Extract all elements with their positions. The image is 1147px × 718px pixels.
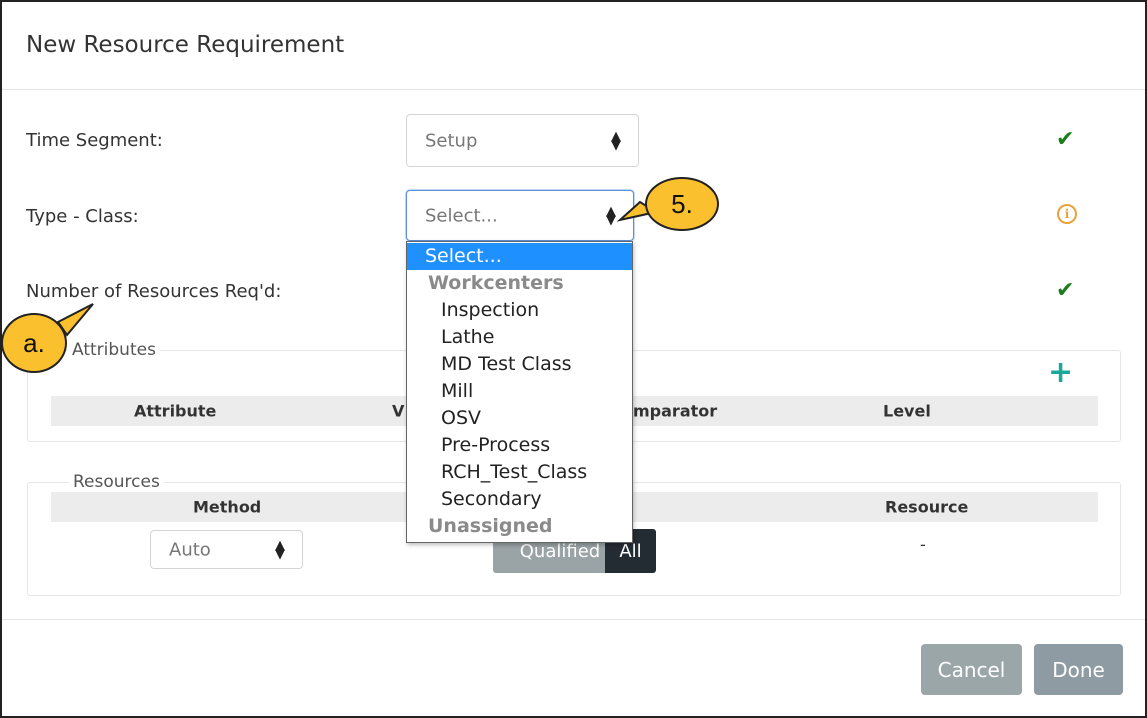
column-comparator: mparator (633, 401, 718, 421)
new-resource-requirement-dialog: New Resource Requirement Time Segment: S… (0, 0, 1147, 718)
dropdown-group-unassigned: Unassigned (428, 515, 553, 537)
dropdown-option-mill[interactable]: Mill (407, 378, 632, 405)
column-method: Method (193, 497, 262, 517)
type-class-select[interactable]: Select... ▲ ▼ (406, 190, 634, 241)
dropdown-group-workcenters: Workcenters (428, 272, 564, 294)
dropdown-option-inspection[interactable]: Inspection (407, 297, 632, 324)
dialog-title: New Resource Requirement (26, 32, 345, 58)
cancel-button[interactable]: Cancel (921, 644, 1022, 695)
dialog-header: New Resource Requirement (2, 2, 1145, 90)
dropdown-option-md-test-class[interactable]: MD Test Class (407, 351, 632, 378)
check-icon: ✔ (1056, 127, 1075, 152)
callout-step-5: 5. (645, 177, 719, 231)
num-resources-label: Number of Resources Req'd: (26, 281, 282, 302)
time-segment-value: Setup (425, 130, 478, 151)
info-icon: i (1057, 204, 1077, 224)
column-attribute: Attribute (134, 401, 217, 421)
type-class-label: Type - Class: (26, 206, 139, 227)
column-resource: Resource (885, 497, 969, 517)
type-class-dropdown-list: Select... Workcenters Inspection Lathe M… (406, 241, 633, 543)
dropdown-option-lathe[interactable]: Lathe (407, 324, 632, 351)
check-icon: ✔ (1056, 278, 1075, 303)
resources-legend: Resources (69, 472, 164, 492)
dropdown-option-pre-process[interactable]: Pre-Process (407, 432, 632, 459)
column-value: V (392, 401, 405, 421)
select-arrows-icon: ▲ ▼ (606, 203, 616, 228)
callout-label-a: a. (1, 313, 67, 373)
select-arrows-icon: ▲ ▼ (611, 128, 621, 153)
select-arrows-icon: ▲ ▼ (275, 537, 285, 562)
dropdown-option-secondary[interactable]: Secondary (407, 486, 632, 513)
done-button[interactable]: Done (1034, 644, 1123, 695)
method-select[interactable]: Auto ▲ ▼ (150, 530, 303, 569)
add-attribute-button[interactable]: + (1048, 358, 1073, 388)
time-segment-select[interactable]: Setup ▲ ▼ (406, 114, 639, 167)
dialog-footer-divider (2, 619, 1145, 620)
column-level: Level (883, 401, 931, 421)
resource-value: - (920, 535, 926, 554)
dropdown-option-osv[interactable]: OSV (407, 405, 632, 432)
dropdown-option-select[interactable]: Select... (407, 243, 632, 270)
attributes-legend: Attributes (68, 340, 160, 360)
method-value: Auto (169, 539, 211, 560)
dropdown-option-rch-test-class[interactable]: RCH_Test_Class (407, 459, 632, 486)
type-class-value: Select... (425, 205, 498, 226)
time-segment-label: Time Segment: (26, 130, 163, 151)
